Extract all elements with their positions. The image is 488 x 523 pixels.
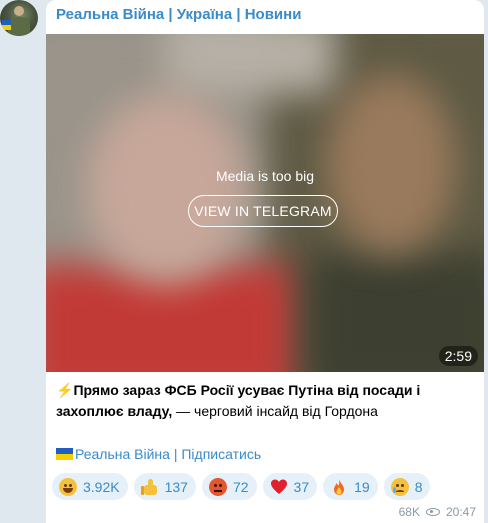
- crying-face-icon: [390, 477, 409, 496]
- reaction-count: 72: [232, 478, 249, 495]
- reaction-count: 19: [354, 478, 370, 495]
- message-bubble: Реальна Війна | Україна | Новини Media i…: [46, 0, 484, 523]
- red-heart-icon: [270, 478, 288, 496]
- view-count: 68K: [398, 505, 420, 519]
- reaction-crying[interactable]: 8: [383, 473, 431, 500]
- video-duration: 2:59: [438, 346, 478, 366]
- message-time: 20:47: [445, 505, 476, 519]
- post-text: ⚡Прямо зараз ФСБ Росії усуває Путіна від…: [56, 380, 476, 422]
- grinning-face-icon: [59, 477, 77, 496]
- media-preview[interactable]: Media is too big VIEW IN TELEGRAM 2:59: [46, 34, 484, 372]
- channel-avatar[interactable]: [0, 0, 38, 36]
- reaction-heart[interactable]: 37: [262, 473, 318, 500]
- thumbs-up-icon: [140, 478, 159, 496]
- message-meta: 68K 20:47: [399, 505, 476, 519]
- subscribe-link[interactable]: Реальна Війна | Підписатись: [56, 444, 261, 464]
- reaction-count: 8: [414, 478, 423, 495]
- view-in-telegram-button[interactable]: VIEW IN TELEGRAM: [188, 195, 338, 227]
- avatar-soldier-body: [8, 17, 30, 36]
- reaction-thumbs-up[interactable]: 137: [133, 473, 196, 500]
- reaction-count: 137: [164, 478, 188, 495]
- angry-face-icon: [208, 477, 227, 496]
- post-text-rest: — черговий інсайд від Гордона: [172, 403, 378, 419]
- reaction-count: 3.92K: [83, 478, 120, 495]
- reaction-fire[interactable]: 19: [323, 473, 378, 500]
- channel-name[interactable]: Реальна Війна | Україна | Новини: [56, 6, 301, 24]
- lightning-icon: ⚡: [56, 382, 74, 398]
- reaction-angry[interactable]: 72: [201, 473, 257, 500]
- reactions-bar: 3.92K 137 72 37 19 8: [52, 473, 436, 500]
- reaction-count: 37: [293, 478, 310, 495]
- avatar-soldier-head: [14, 6, 24, 16]
- subscribe-link-label: Реальна Війна | Підписатись: [75, 446, 262, 462]
- eye-icon: [425, 508, 440, 516]
- media-too-big-message: Media is too big: [215, 168, 315, 184]
- fire-icon: [330, 478, 348, 496]
- ukraine-flag-icon: [56, 448, 73, 460]
- avatar-ukraine-flag-icon: [2, 20, 11, 30]
- reaction-grinning[interactable]: 3.92K: [52, 473, 128, 500]
